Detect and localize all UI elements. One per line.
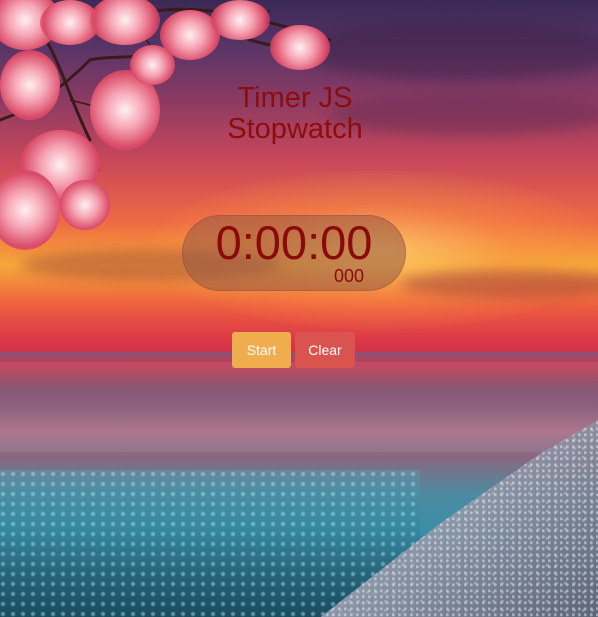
start-button[interactable]: Start: [232, 332, 291, 368]
page-title-line1: Timer JS: [237, 82, 353, 114]
timer-display: 0:00:00 000: [182, 215, 406, 291]
stopwatch-app: Timer JS Stopwatch 0:00:00 000 Start Cle…: [0, 0, 598, 617]
elapsed-milliseconds: 000: [334, 266, 365, 286]
page-title-line2: Stopwatch: [227, 113, 363, 145]
elapsed-time: 0:00:00: [215, 216, 373, 269]
clear-button[interactable]: Clear: [295, 332, 355, 368]
